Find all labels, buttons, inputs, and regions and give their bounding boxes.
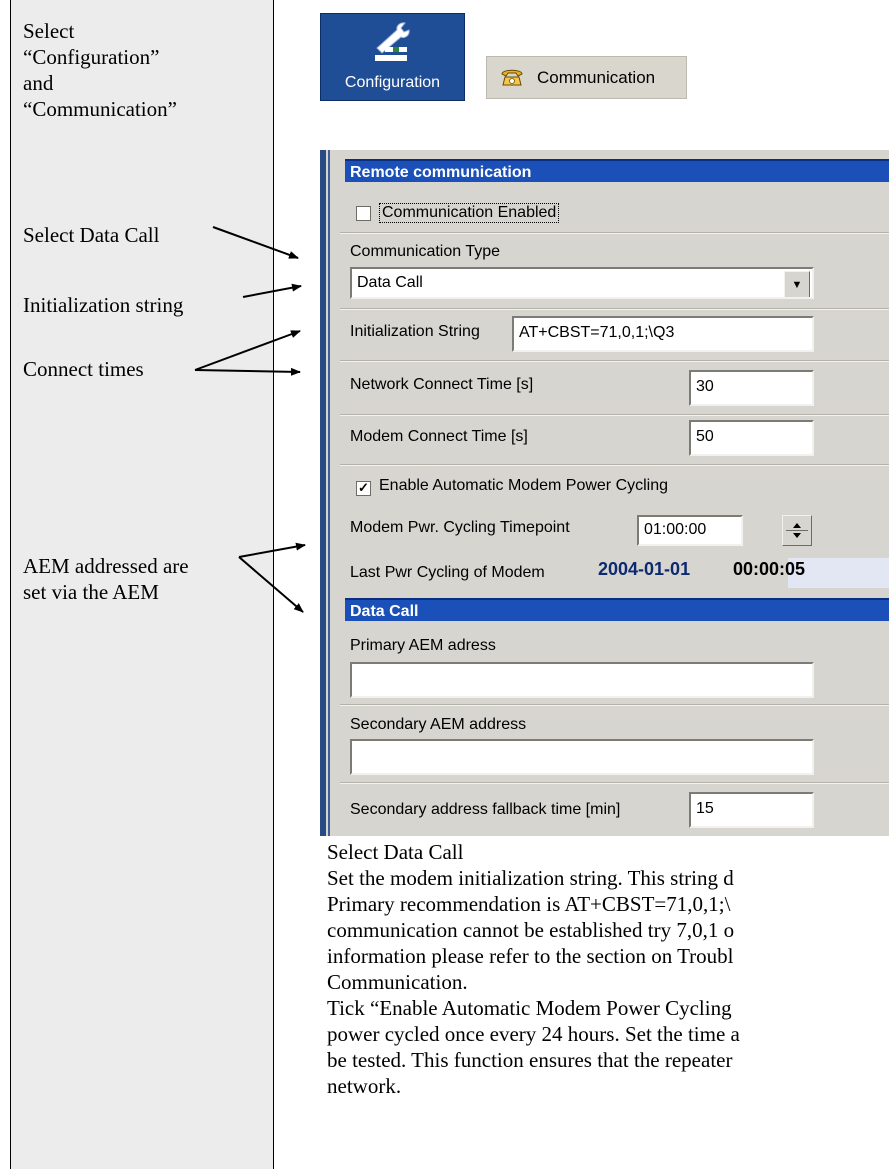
initialization-string-input[interactable]: AT+CBST=71,0,1;\Q3 — [512, 316, 814, 352]
fallback-time-input[interactable]: 15 — [689, 792, 814, 828]
panel-border-inner — [328, 150, 330, 836]
divider — [340, 232, 889, 234]
body-text-line: communication cannot be established try … — [327, 918, 735, 942]
communication-enabled-checkbox[interactable] — [356, 206, 371, 221]
body-text-line: power cycled once every 24 hours. Set th… — [327, 1022, 740, 1046]
communication-label: Communication — [537, 68, 656, 87]
body-text-line: Tick “Enable Automatic Modem Power Cycli… — [327, 996, 732, 1020]
secondary-aem-address-input[interactable] — [350, 739, 814, 775]
body-text-line: Primary recommendation is AT+CBST=71,0,1… — [327, 892, 731, 916]
communication-type-label: Communication Type — [350, 243, 500, 260]
body-text-line: Select Data Call — [327, 840, 464, 864]
network-connect-time-label: Network Connect Time [s] — [350, 376, 534, 393]
divider — [340, 464, 889, 466]
note-line: AEM addressed are — [23, 554, 189, 578]
note-line: Select Data Call — [23, 223, 160, 247]
divider — [340, 308, 889, 310]
last-power-cycling-label: Last Pwr Cycling of Modem — [350, 564, 545, 581]
body-text-line: information please refer to the section … — [327, 944, 734, 968]
body-text-line: Communication. — [327, 970, 468, 994]
chevron-down-icon[interactable]: ▼ — [784, 271, 810, 297]
communication-type-select[interactable]: Data Call ▼ — [350, 267, 814, 299]
modem-connect-time-label: Modem Connect Time [s] — [350, 428, 528, 445]
wrench-screwdriver-icon — [375, 22, 410, 61]
telephone-icon — [501, 69, 523, 86]
communication-enabled-label: Communication Enabled — [379, 203, 560, 223]
note-line: Connect times — [23, 357, 144, 381]
communication-type-value: Data Call — [357, 274, 423, 291]
secondary-aem-address-label: Secondary AEM address — [350, 716, 527, 733]
note-line: Select — [23, 19, 75, 43]
divider — [340, 782, 889, 784]
modem-connect-time-input[interactable]: 50 — [689, 420, 814, 456]
note-line: and — [23, 71, 54, 95]
power-cycling-label: Enable Automatic Modem Power Cycling — [379, 477, 669, 494]
note-select-data-call: Select Data Call — [23, 222, 159, 248]
configuration-label: Configuration — [344, 74, 441, 91]
remote-communication-header: Remote communication — [345, 159, 889, 182]
panel-border — [320, 150, 326, 836]
body-text-line: Set the modem initialization string. Thi… — [327, 866, 734, 890]
divider — [340, 414, 889, 416]
data-call-header: Data Call — [345, 598, 889, 621]
note-line: set via the AEM — [23, 580, 159, 604]
note-connect-times: Connect times — [23, 356, 144, 382]
initialization-string-label: Initialization String — [350, 323, 480, 340]
body-text-line: be tested. This function ensures that th… — [327, 1048, 733, 1072]
divider — [340, 360, 889, 362]
divider — [340, 704, 889, 706]
note-line: Initialization string — [23, 293, 184, 317]
timepoint-spinner[interactable] — [782, 515, 812, 546]
primary-aem-address-input[interactable] — [350, 662, 814, 698]
power-cycling-checkbox[interactable]: ✓ — [356, 481, 371, 496]
last-power-cycling-date: 2004-01-01 — [598, 559, 691, 579]
configuration-button[interactable]: Configuration — [320, 13, 465, 101]
communication-button[interactable]: Communication — [486, 56, 687, 99]
primary-aem-address-label: Primary AEM adress — [350, 637, 496, 654]
body-text-line: network. — [327, 1074, 402, 1098]
network-connect-time-input[interactable]: 30 — [689, 370, 814, 406]
note-line: “Configuration” — [23, 45, 160, 69]
last-power-cycling-time: 00:00:05 — [733, 559, 806, 579]
note-line: “Communication” — [23, 97, 177, 121]
note-aem-addresses: AEM addressed are set via the AEM — [23, 553, 189, 605]
timepoint-input[interactable]: 01:00:00 — [637, 515, 743, 546]
spinner-arrows-icon — [786, 523, 808, 538]
fallback-time-label: Secondary address fallback time [min] — [350, 801, 621, 818]
note-initialization-string: Initialization string — [23, 292, 183, 318]
note-select-configuration: Select “Configuration” and “Communicatio… — [23, 18, 177, 122]
remote-communication-panel: Remote communication Communication Enabl… — [320, 150, 889, 836]
timepoint-label: Modem Pwr. Cycling Timepoint — [350, 519, 570, 536]
